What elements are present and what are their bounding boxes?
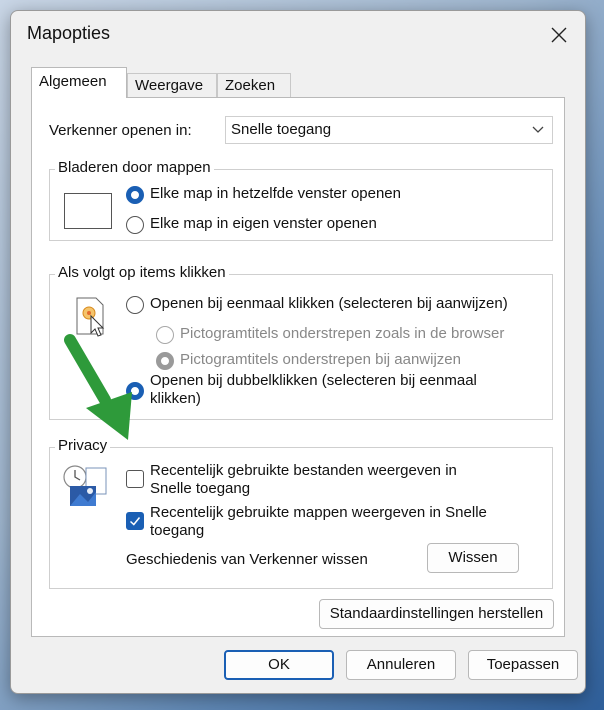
label-recent-files-line2[interactable]: Snelle toegang [150, 480, 250, 497]
option-single-click[interactable]: Openen bij eenmaal klikken (selecteren b… [150, 295, 508, 312]
checkbox-recent-folders[interactable] [126, 512, 144, 530]
label-recent-folders-line1[interactable]: Recentelijk gebruikte mappen weergeven i… [150, 504, 487, 521]
recent-files-icon [63, 465, 107, 506]
tab-general[interactable]: Algemeen [31, 67, 127, 98]
option-own-window[interactable]: Elke map in eigen venster openen [150, 215, 377, 232]
checkbox-recent-files[interactable] [126, 470, 144, 488]
radio-underline-browser[interactable] [156, 326, 174, 344]
close-button[interactable] [539, 17, 579, 53]
apply-button[interactable]: Toepassen [468, 650, 578, 680]
cancel-button[interactable]: Annuleren [346, 650, 456, 680]
tab-view[interactable]: Weergave [127, 73, 217, 97]
ok-button[interactable]: OK [224, 650, 334, 680]
radio-single-click[interactable] [126, 296, 144, 314]
click-items-group: Als volgt op items klikken Openen bij ee… [49, 264, 553, 420]
option-underline-hover[interactable]: Pictogramtitels onderstrepen bij aanwijz… [180, 351, 461, 368]
click-items-legend: Als volgt op items klikken [55, 264, 229, 281]
privacy-group: Privacy Recentelijk gebruikte bestanden … [49, 437, 553, 589]
explorer-open-value: Snelle toegang [231, 121, 332, 138]
option-double-click-line2[interactable]: klikken) [150, 390, 201, 407]
option-double-click-line1[interactable]: Openen bij dubbelklikken (selecteren bij… [150, 372, 477, 389]
label-recent-files-line1[interactable]: Recentelijk gebruikte bestanden weergeve… [150, 462, 457, 479]
browse-folders-legend: Bladeren door mappen [55, 159, 214, 176]
radio-own-window[interactable] [126, 216, 144, 234]
window-title: Mapopties [27, 23, 111, 43]
title-bar: Mapopties [11, 11, 585, 61]
explorer-open-label: Verkenner openen in: [49, 122, 192, 139]
radio-double-click[interactable] [126, 382, 144, 400]
folder-options-dialog: Mapopties Algemeen Weergave Zoeken Verke… [10, 10, 586, 694]
explorer-open-select[interactable]: Snelle toegang [225, 116, 553, 144]
label-recent-folders-line2[interactable]: toegang [150, 522, 204, 539]
checkmark-icon [129, 517, 141, 526]
radio-underline-hover[interactable] [156, 352, 174, 370]
window-preview-icon [64, 193, 112, 229]
radio-same-window[interactable] [126, 186, 144, 204]
clear-history-label: Geschiedenis van Verkenner wissen [126, 551, 368, 568]
pointer-click-icon [76, 297, 105, 337]
chevron-down-icon [532, 126, 544, 133]
option-underline-browser[interactable]: Pictogramtitels onderstrepen zoals in de… [180, 325, 546, 342]
general-tab-panel: Verkenner openen in: Snelle toegang Blad… [31, 97, 565, 637]
restore-defaults-button[interactable]: Standaardinstellingen herstellen [319, 599, 554, 629]
tab-search[interactable]: Zoeken [217, 73, 291, 97]
option-same-window[interactable]: Elke map in hetzelfde venster openen [150, 185, 401, 202]
clear-history-button[interactable]: Wissen [427, 543, 519, 573]
close-icon [551, 27, 567, 43]
privacy-legend: Privacy [55, 437, 111, 454]
browse-folders-group: Bladeren door mappen Elke map in hetzelf… [49, 159, 553, 241]
